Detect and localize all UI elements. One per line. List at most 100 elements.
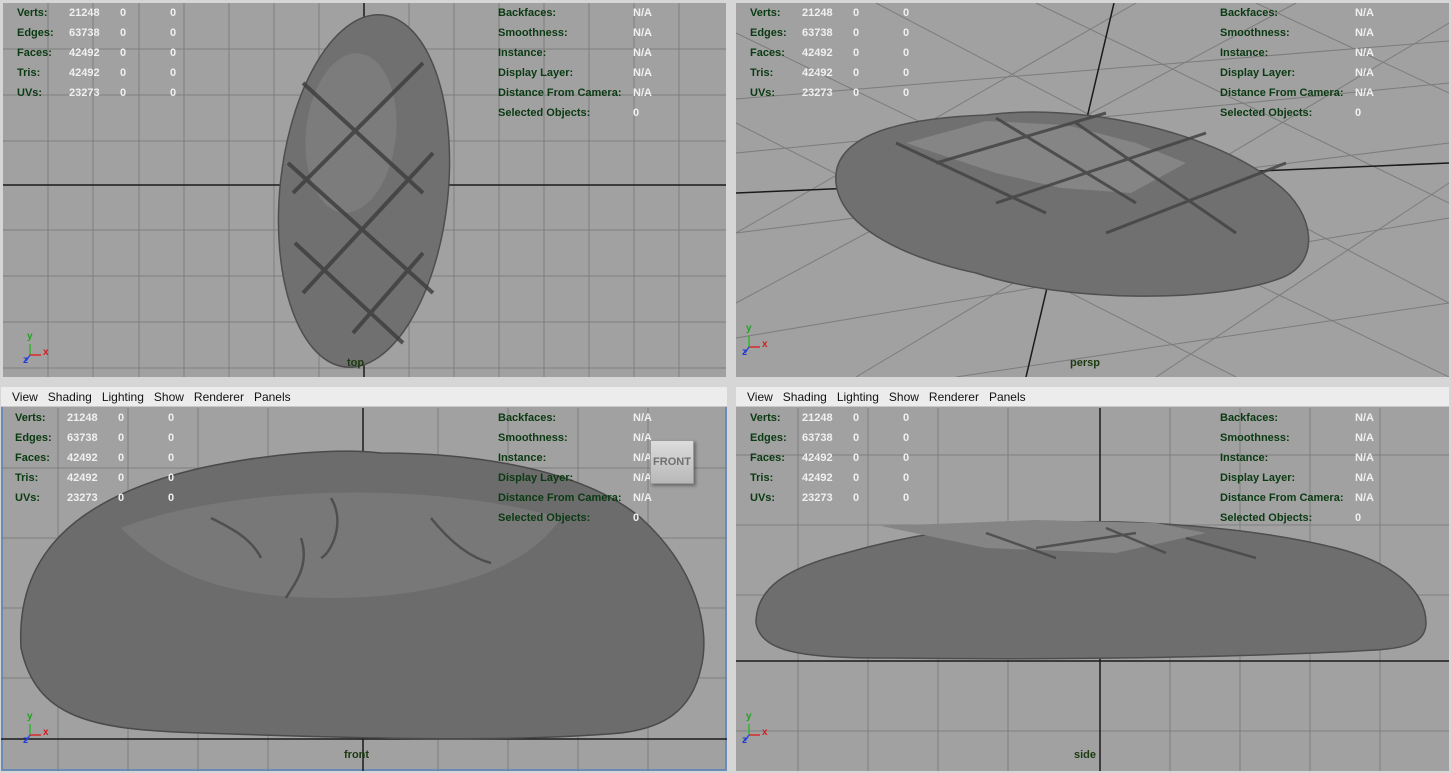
menu-view[interactable]: View [742, 390, 778, 404]
panel-menubar: View Shading Lighting Show Renderer Panels [1, 387, 727, 407]
menu-lighting[interactable]: Lighting [832, 390, 884, 404]
stat-value: 63738 [802, 27, 833, 39]
stat-value: 0 [853, 47, 860, 59]
object-detail-row: Instance: N/A [1220, 448, 1374, 468]
viewport-persp[interactable]: Verts: 21248 0 0 Edges: 63738 0 0 Faces: 42492 0 0 T… [736, 3, 1449, 377]
object-details-hud: Backfaces: N/A Smoothness: N/A Instance: N/A D… [498, 3, 652, 123]
menu-shading[interactable]: Shading [778, 390, 832, 404]
bread-mesh[interactable] [262, 6, 466, 376]
object-detail-row: Instance: N/A [1220, 43, 1374, 63]
axis-x-label: x [762, 339, 768, 350]
bread-mesh[interactable] [755, 520, 1427, 660]
four-view-layout: Verts: 21248 0 0 Edges: 63738 0 0 Faces: 42492 0 0 T… [0, 0, 1451, 773]
stat-value: 0 [170, 67, 177, 79]
object-detail-row: Backfaces: N/A [498, 3, 652, 23]
poly-stat-row: Faces: 42492 0 0 [750, 43, 923, 63]
stat-label: Edges: [17, 27, 54, 39]
detail-value: N/A [633, 87, 652, 99]
detail-label: Instance: [498, 47, 547, 59]
stat-label: Edges: [750, 27, 787, 39]
stat-label: Verts: [17, 7, 48, 19]
axis-gizmo: yx z [23, 711, 53, 746]
stat-value: 0 [118, 452, 125, 464]
stat-label: UVs: [750, 87, 776, 99]
menu-panels[interactable]: Panels [984, 390, 1031, 404]
viewport-top[interactable]: Verts: 21248 0 0 Edges: 63738 0 0 Faces: 42492 0 0 T… [3, 3, 726, 377]
viewcube[interactable]: FRONT [650, 440, 694, 484]
menu-panels[interactable]: Panels [249, 390, 296, 404]
stat-label: UVs: [17, 87, 43, 99]
menu-renderer[interactable]: Renderer [924, 390, 984, 404]
stat-value: 0 [903, 452, 910, 464]
poly-count-hud: Verts: 21248 0 0 Edges: 63738 0 0 Faces: 42492 0 0 T… [750, 3, 923, 103]
menu-shading[interactable]: Shading [43, 390, 97, 404]
stat-value: 0 [853, 67, 860, 79]
detail-label: Instance: [1220, 47, 1269, 59]
object-detail-row: Display Layer: N/A [498, 468, 652, 488]
object-detail-row: Selected Objects: 0 [498, 508, 652, 528]
stat-value: 0 [168, 412, 175, 424]
object-detail-row: Backfaces: N/A [498, 408, 652, 428]
axis-z-label: z [23, 735, 28, 746]
detail-label: Backfaces: [1220, 7, 1279, 19]
poly-stat-row: Tris: 42492 0 0 [750, 468, 923, 488]
stat-value: 0 [120, 67, 127, 79]
detail-label: Display Layer: [1220, 67, 1296, 79]
stat-value: 0 [853, 7, 860, 19]
axis-z-label: z [742, 735, 747, 746]
object-detail-row: Distance From Camera: N/A [1220, 83, 1374, 103]
axis-gizmo: yx z [742, 711, 772, 746]
stat-value: 0 [903, 472, 910, 484]
detail-label: Selected Objects: [1220, 107, 1313, 119]
menu-show[interactable]: Show [884, 390, 924, 404]
object-detail-row: Backfaces: N/A [1220, 408, 1374, 428]
poly-stat-row: Faces: 42492 0 0 [15, 448, 188, 468]
stat-value: 21248 [802, 412, 833, 424]
stat-label: Verts: [750, 7, 781, 19]
stat-value: 0 [903, 432, 910, 444]
menu-renderer[interactable]: Renderer [189, 390, 249, 404]
viewport-side[interactable]: View Shading Lighting Show Renderer Panels V [736, 387, 1449, 771]
detail-label: Distance From Camera: [498, 492, 622, 504]
stat-value: 0 [120, 47, 127, 59]
bread-mesh[interactable] [835, 111, 1310, 297]
poly-stat-row: Edges: 63738 0 0 [750, 23, 923, 43]
detail-label: Smoothness: [1220, 27, 1290, 39]
detail-value: N/A [633, 7, 652, 19]
viewport-front[interactable]: View Shading Lighting Show Renderer Panels V [1, 387, 727, 771]
detail-label: Selected Objects: [498, 512, 591, 524]
object-details-hud: Backfaces: N/A Smoothness: N/A Instance: N/A D… [1220, 408, 1374, 528]
detail-value: N/A [1355, 492, 1374, 504]
object-detail-row: Smoothness: N/A [498, 428, 652, 448]
camera-name: front [344, 749, 370, 761]
poly-stat-row: UVs: 23273 0 0 [15, 488, 188, 508]
camera-name: persp [1070, 357, 1100, 369]
stat-value: 0 [903, 492, 910, 504]
stat-value: 0 [853, 472, 860, 484]
poly-stat-row: Faces: 42492 0 0 [750, 448, 923, 468]
stat-value: 0 [118, 432, 125, 444]
axis-z-label: z [23, 355, 28, 366]
menu-view[interactable]: View [7, 390, 43, 404]
axis-gizmo: yx z [742, 323, 772, 358]
stat-label: Edges: [750, 432, 787, 444]
stat-value: 63738 [802, 432, 833, 444]
poly-stat-row: Tris: 42492 0 0 [750, 63, 923, 83]
object-detail-row: Distance From Camera: N/A [498, 83, 652, 103]
stat-label: Verts: [15, 412, 46, 424]
menu-lighting[interactable]: Lighting [97, 390, 149, 404]
detail-value: 0 [1355, 512, 1362, 524]
stat-value: 42492 [69, 47, 100, 59]
stat-value: 0 [170, 27, 177, 39]
stat-value: 0 [903, 412, 910, 424]
stat-label: Faces: [17, 47, 52, 59]
stat-value: 0 [903, 27, 910, 39]
stat-value: 0 [170, 47, 177, 59]
object-detail-row: Distance From Camera: N/A [1220, 488, 1374, 508]
detail-value: N/A [1355, 412, 1374, 424]
menu-show[interactable]: Show [149, 390, 189, 404]
poly-stat-row: Edges: 63738 0 0 [17, 23, 190, 43]
detail-label: Selected Objects: [498, 107, 591, 119]
detail-label: Selected Objects: [1220, 512, 1313, 524]
detail-label: Smoothness: [1220, 432, 1290, 444]
